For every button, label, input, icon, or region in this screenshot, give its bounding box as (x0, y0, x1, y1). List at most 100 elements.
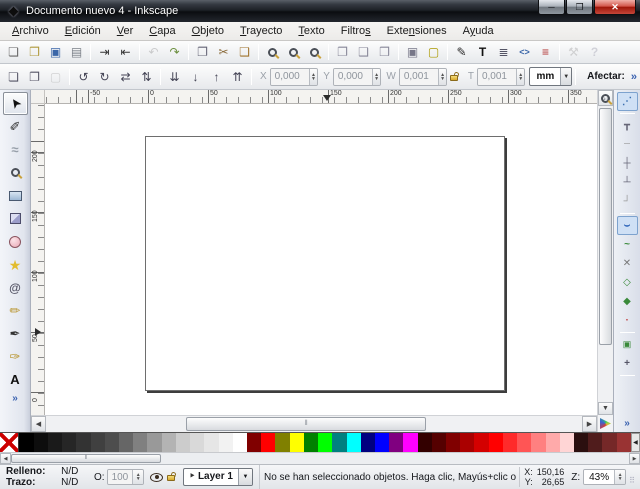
palette-swatch[interactable] (275, 433, 289, 452)
palette-swatch[interactable] (432, 433, 446, 452)
palette-swatch[interactable] (261, 433, 275, 452)
scroll-down-arrow[interactable]: ▼ (598, 402, 613, 415)
palette-swatch[interactable] (162, 433, 176, 452)
palette-swatch[interactable] (62, 433, 76, 452)
toolbar-overflow-chevron[interactable]: » (631, 71, 637, 83)
y-field[interactable]: 0,000▲▼ (333, 68, 382, 86)
palette-swatch[interactable] (190, 433, 204, 452)
vertical-ruler[interactable]: 200150100500 (31, 104, 45, 415)
raise-to-top-button[interactable]: ⇈ (227, 67, 248, 87)
scroll-left-arrow[interactable]: ◀ (31, 416, 46, 432)
flip-horizontal-button[interactable]: ⇄ (115, 67, 136, 87)
palette-swatch[interactable] (403, 433, 417, 452)
palette-swatch[interactable] (147, 433, 161, 452)
palette-swatch[interactable] (105, 433, 119, 452)
zoom-page-button[interactable] (304, 42, 325, 62)
spiral-tool-button[interactable]: @ (3, 276, 28, 299)
ellipse-tool-button[interactable] (3, 230, 28, 253)
close-button[interactable]: ✕ (594, 0, 636, 15)
palette-swatch-none[interactable] (0, 433, 19, 452)
snap-object-centers-button[interactable]: ▣ (617, 335, 638, 354)
snap-midpoints-button[interactable]: ∙ (617, 311, 638, 330)
palette-scroll-thumb[interactable]: ⦀ (11, 454, 161, 463)
palette-swatch[interactable] (318, 433, 332, 452)
layers-dialog-button[interactable]: ≣ (493, 42, 514, 62)
select-all-layers-button[interactable]: ❐ (24, 67, 45, 87)
group-button[interactable]: ▣ (402, 42, 423, 62)
horizontal-ruler[interactable]: -50050100150200250300350 (45, 90, 597, 104)
palette-swatch[interactable] (76, 433, 90, 452)
width-field[interactable]: 0,001▲▼ (399, 68, 448, 86)
text-tool-button[interactable]: A (3, 368, 28, 391)
import-button[interactable]: ⇥ (94, 42, 115, 62)
palette-swatch[interactable] (361, 433, 375, 452)
snap-nodes-button[interactable]: ⌣ (617, 216, 638, 235)
width-spinner[interactable]: ▲▼ (438, 69, 447, 85)
snap-bbox-corners-button[interactable]: ┼ (617, 154, 638, 173)
minimize-button[interactable]: ─ (538, 0, 565, 15)
palette-swatch[interactable] (446, 433, 460, 452)
palette-swatch[interactable] (418, 433, 432, 452)
lower-to-bottom-button[interactable]: ⇊ (164, 67, 185, 87)
palette-swatch[interactable] (304, 433, 318, 452)
palette-swatch[interactable] (332, 433, 346, 452)
flip-vertical-button[interactable]: ⇅ (136, 67, 157, 87)
palette-swatch[interactable] (588, 433, 602, 452)
align-distribute-button[interactable]: ≡ (535, 42, 556, 62)
palette-swatch[interactable] (247, 433, 261, 452)
pencil-tool-button[interactable]: ✏ (3, 299, 28, 322)
color-management-toggle[interactable] (598, 415, 613, 432)
horizontal-scroll-track[interactable]: ⦀ (46, 416, 582, 432)
menu-texto[interactable]: Texto (290, 23, 332, 39)
maximize-button[interactable]: ❐ (566, 0, 593, 15)
resize-grip[interactable]: ⠿ (629, 477, 635, 485)
enable-snapping-button[interactable]: ⋰ (617, 92, 638, 111)
raise-button[interactable]: ↑ (206, 67, 227, 87)
lower-button[interactable]: ↓ (185, 67, 206, 87)
palette-scroll-right-arrow[interactable]: ▶ (629, 453, 640, 464)
help-button[interactable]: ? (584, 42, 605, 62)
palette-swatch[interactable] (389, 433, 403, 452)
palette-swatch[interactable] (233, 433, 247, 452)
export-button[interactable]: ⇤ (115, 42, 136, 62)
palette-swatch[interactable] (133, 433, 147, 452)
palette-swatch[interactable] (560, 433, 574, 452)
save-button[interactable]: ▣ (45, 42, 66, 62)
palette-swatch[interactable] (602, 433, 616, 452)
scroll-right-arrow[interactable]: ▶ (582, 416, 597, 432)
zoom-field[interactable]: 43%▲▼ (583, 469, 626, 485)
create-clone-button[interactable]: ❑ (353, 42, 374, 62)
undo-button[interactable]: ↶ (143, 42, 164, 62)
opacity-spinner[interactable]: ▲▼ (132, 470, 143, 484)
menu-capa[interactable]: Capa (141, 23, 183, 39)
snapbar-overflow-chevron[interactable]: » (624, 418, 630, 429)
copy-button[interactable]: ❐ (192, 42, 213, 62)
duplicate-button[interactable]: ❐ (332, 42, 353, 62)
rotate-ccw-button[interactable]: ↺ (73, 67, 94, 87)
calligraphy-tool-button[interactable]: ✑ (3, 345, 28, 368)
palette-swatch[interactable] (176, 433, 190, 452)
palette-swatch[interactable] (34, 433, 48, 452)
zoom-tool-button[interactable] (3, 161, 28, 184)
palette-swatch[interactable] (19, 433, 33, 452)
snap-bbox-edges-button[interactable]: ┄ (617, 135, 638, 154)
palette-swatch[interactable] (375, 433, 389, 452)
menu-edición[interactable]: Edición (57, 23, 109, 39)
vertical-scroll-track[interactable] (598, 106, 613, 402)
xml-editor-button[interactable]: <> (514, 42, 535, 62)
open-folder-button[interactable]: ❒ (24, 42, 45, 62)
deselect-button[interactable]: ▢ (45, 67, 66, 87)
palette-swatch[interactable] (119, 433, 133, 452)
layer-visibility-toggle[interactable] (148, 473, 165, 482)
menu-ayuda[interactable]: Ayuda (455, 23, 502, 39)
palette-swatch[interactable] (460, 433, 474, 452)
palette-swatch[interactable] (219, 433, 233, 452)
box3d-tool-button[interactable] (3, 207, 28, 230)
menu-filtros[interactable]: Filtros (333, 23, 379, 39)
palette-swatch[interactable] (517, 433, 531, 452)
palette-swatch[interactable] (204, 433, 218, 452)
palette-prev-arrow[interactable]: ◀ (631, 433, 640, 452)
palette-swatch[interactable] (546, 433, 560, 452)
menu-ver[interactable]: Ver (109, 23, 142, 39)
lock-ratio-icon[interactable] (450, 73, 460, 81)
